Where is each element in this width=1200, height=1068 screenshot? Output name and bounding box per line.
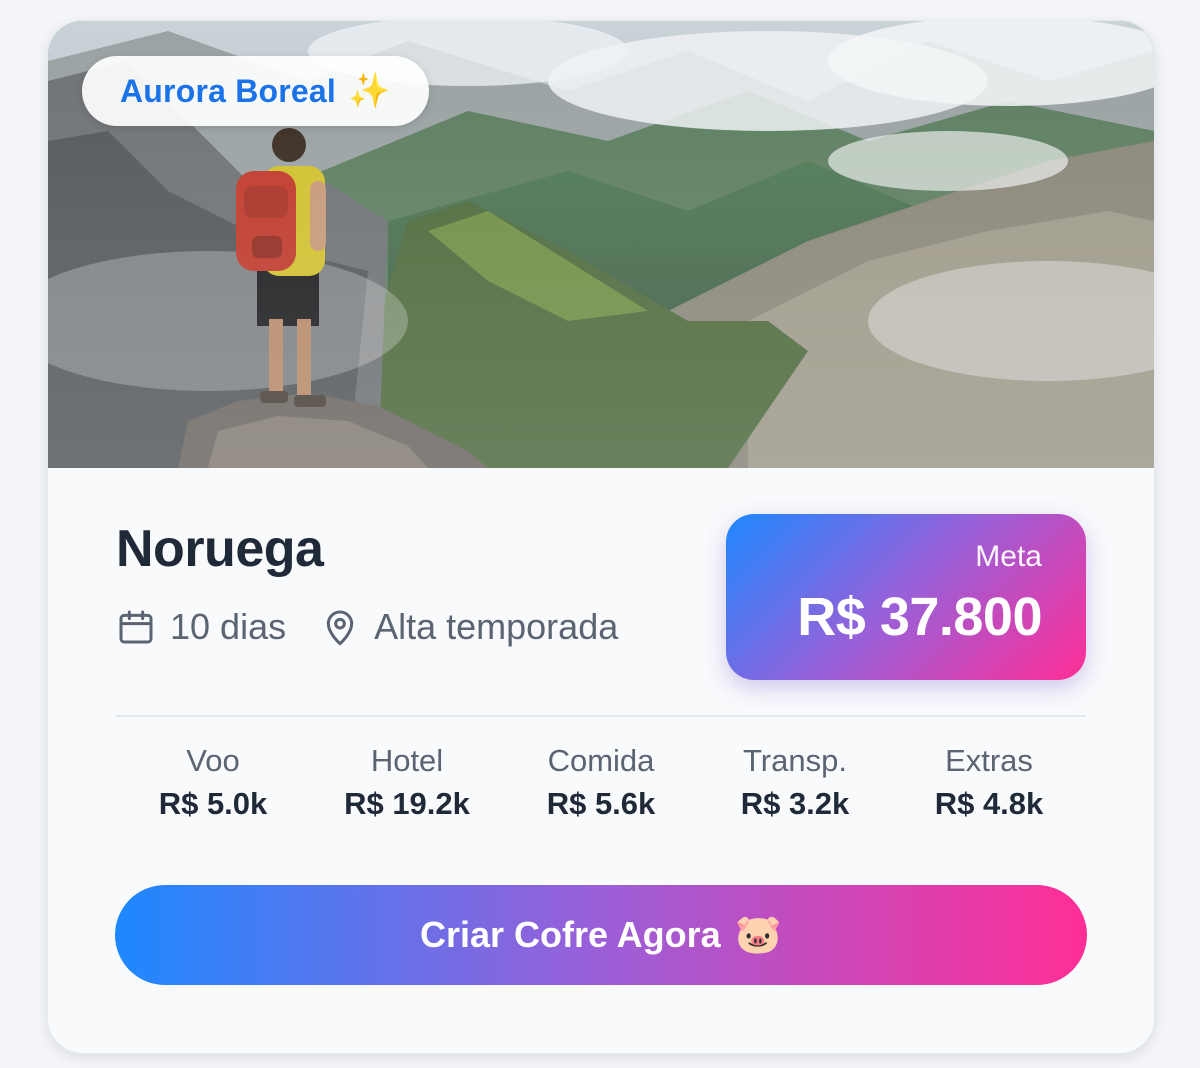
goal-label: Meta (975, 540, 1042, 573)
goal-box: Meta R$ 37.800 (726, 514, 1086, 680)
cost-item-comida: Comida R$ 5.6k (504, 741, 698, 827)
location-pin-icon (320, 607, 360, 647)
cost-item-hotel: Hotel R$ 19.2k (310, 741, 504, 827)
cost-value: R$ 3.2k (740, 786, 850, 821)
trip-meta: 10 dias Alta temporada (116, 606, 618, 648)
cost-label: Voo (186, 743, 240, 778)
cost-label: Hotel (370, 743, 444, 778)
duration-info: 10 dias (116, 606, 286, 648)
divider (116, 715, 1086, 717)
cost-label: Comida (547, 743, 655, 778)
badge-label: Aurora Boreal (120, 72, 336, 109)
calendar-icon (116, 607, 156, 647)
cost-label: Transp. (743, 743, 847, 778)
trip-card: Aurora Boreal ✨ Noruega 10 dias Alta tem… (47, 20, 1155, 1054)
goal-value: R$ 37.800 (797, 587, 1042, 647)
create-vault-button[interactable]: Criar Cofre Agora 🐷 (115, 885, 1087, 985)
cost-item-transp: Transp. R$ 3.2k (698, 741, 892, 827)
cost-value: R$ 4.8k (934, 786, 1044, 821)
destination-title: Noruega (116, 520, 324, 578)
season-text: Alta temporada (374, 606, 619, 647)
season-info: Alta temporada (320, 606, 618, 648)
cost-item-voo: Voo R$ 5.0k (116, 741, 310, 827)
category-badge: Aurora Boreal ✨ (82, 56, 429, 126)
cost-item-extras: Extras R$ 4.8k (892, 741, 1086, 827)
pig-icon: 🐷 (734, 914, 783, 956)
cost-value: R$ 19.2k (344, 786, 470, 821)
cost-breakdown: Voo R$ 5.0k Hotel R$ 19.2k Comida R$ 5.6… (116, 741, 1086, 827)
create-vault-label: Criar Cofre Agora (419, 914, 721, 955)
sparkles-icon: ✨ (348, 72, 391, 110)
cost-value: R$ 5.0k (158, 786, 268, 821)
cost-label: Extras (945, 743, 1033, 778)
cost-value: R$ 5.6k (546, 786, 656, 821)
duration-text: 10 dias (170, 606, 287, 647)
